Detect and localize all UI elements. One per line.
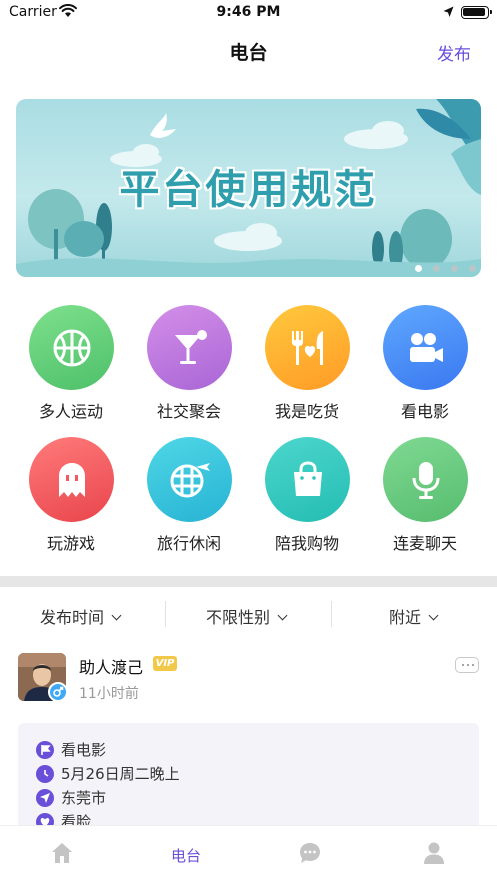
banner-carousel[interactable]: 平台使用规范	[16, 99, 481, 277]
chevron-down-icon	[111, 610, 122, 621]
nav-bar: 电台 发布	[0, 26, 497, 76]
category-label: 多人运动	[38, 402, 103, 421]
more-dot	[462, 664, 464, 666]
filter-separator	[165, 601, 166, 627]
clock-icon	[36, 765, 54, 783]
dining-icon	[292, 331, 323, 365]
tab-label: 电台	[170, 847, 201, 865]
filter-label: 发布时间	[40, 608, 105, 627]
male-gender-icon	[48, 682, 68, 702]
more-dot	[467, 664, 469, 666]
category-label: 社交聚会	[156, 402, 221, 421]
category-shopping[interactable]: 陪我购物	[252, 437, 362, 562]
clock-label: 9:46 PM	[216, 4, 281, 20]
filter-gender[interactable]: 不限性别	[206, 604, 288, 628]
filter-nearby[interactable]: 附近	[389, 604, 439, 628]
filter-publish-time[interactable]: 发布时间	[40, 604, 122, 628]
carousel-dot	[433, 265, 440, 272]
tab-bar: 电台	[0, 825, 497, 883]
detail-text: 东莞市	[61, 789, 107, 807]
chevron-down-icon	[277, 610, 288, 621]
category-social-party[interactable]: 社交聚会	[134, 305, 244, 430]
category-voice-chat[interactable]: 连麦聊天	[370, 437, 480, 562]
category-label: 旅行休闲	[156, 534, 221, 553]
page-title: 电台	[229, 42, 268, 64]
publish-button[interactable]: 发布	[437, 40, 471, 65]
category-label: 陪我购物	[274, 534, 339, 553]
chat-icon	[300, 843, 320, 863]
carousel-dot	[469, 265, 476, 272]
shopping-bag-icon	[294, 461, 322, 496]
more-options-button[interactable]	[455, 657, 479, 673]
status-bar: Carrier 9:46 PM	[0, 0, 497, 26]
category-circle	[383, 437, 468, 522]
category-circle	[29, 305, 114, 390]
tab-home[interactable]	[0, 826, 124, 883]
category-foodie[interactable]: 我是吃货	[252, 305, 362, 430]
category-circle	[29, 437, 114, 522]
vip-badge: VIP	[153, 656, 177, 671]
carousel-dot	[451, 265, 458, 272]
tab-radio[interactable]: 电台	[124, 826, 248, 883]
post-timestamp: 11小时前	[79, 686, 139, 702]
category-circle	[383, 305, 468, 390]
chevron-down-icon	[428, 610, 439, 621]
filter-label: 不限性别	[206, 608, 271, 627]
category-label: 连麦聊天	[392, 534, 457, 553]
tab-profile[interactable]	[372, 826, 496, 883]
basketball-icon	[53, 329, 91, 367]
ghost-icon	[59, 463, 85, 497]
tab-messages[interactable]	[248, 826, 372, 883]
battery-icon	[461, 6, 492, 19]
filter-label: 附近	[389, 608, 422, 627]
home-icon	[52, 843, 72, 863]
category-label: 玩游戏	[46, 534, 95, 553]
carousel-dot	[415, 265, 422, 272]
category-movies[interactable]: 看电影	[370, 305, 480, 430]
person-icon	[424, 842, 444, 864]
category-label: 看电影	[400, 402, 449, 421]
category-games[interactable]: 玩游戏	[16, 437, 126, 562]
category-label: 我是吃货	[274, 402, 339, 421]
carousel-indicator	[415, 265, 476, 272]
post-detail-card[interactable]: 看电影 5月26日周二晚上 东莞市 看脸	[18, 723, 479, 833]
location-icon	[36, 789, 54, 807]
cocktail-icon	[175, 330, 207, 364]
category-multiplayer-sports[interactable]: 多人运动	[16, 305, 126, 430]
category-circle	[265, 305, 350, 390]
section-divider	[0, 576, 497, 587]
location-arrow-icon	[443, 6, 454, 17]
category-circle	[147, 437, 232, 522]
movie-camera-icon	[410, 333, 443, 362]
category-circle	[265, 437, 350, 522]
filter-separator	[331, 601, 332, 627]
microphone-icon	[412, 462, 440, 499]
category-circle	[147, 305, 232, 390]
banner-title: 平台使用规范	[119, 167, 378, 213]
detail-text: 5月26日周二晚上	[61, 765, 180, 783]
globe-plane-icon	[170, 463, 210, 498]
detail-text: 看电影	[61, 741, 107, 759]
post-username[interactable]: 助人渡己	[79, 654, 143, 678]
filter-bar: 发布时间 不限性别 附近	[0, 587, 497, 641]
category-travel[interactable]: 旅行休闲	[134, 437, 244, 562]
flag-icon	[36, 741, 54, 759]
more-dot	[472, 664, 474, 666]
